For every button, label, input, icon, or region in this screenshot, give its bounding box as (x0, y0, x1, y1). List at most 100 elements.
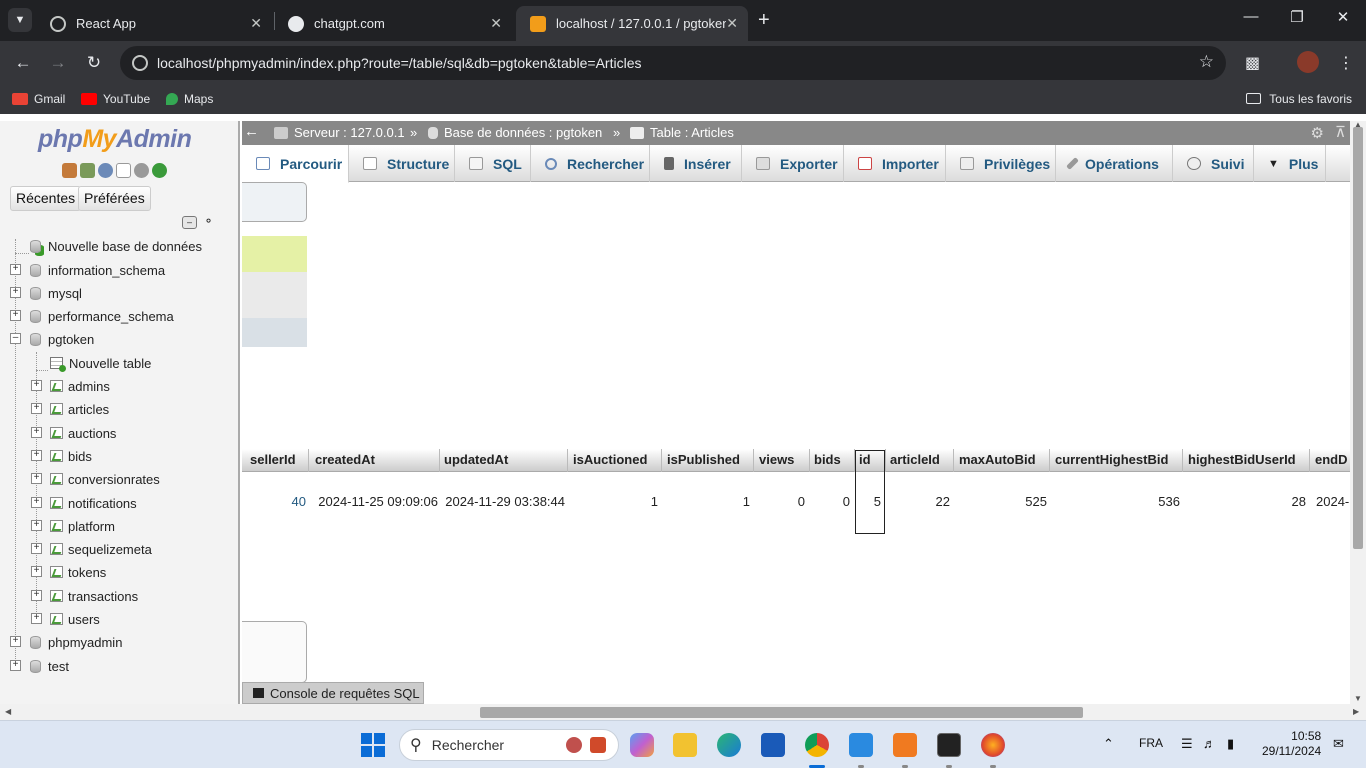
column-header[interactable]: isAuctioned (573, 452, 647, 467)
bookmark-star-icon[interactable]: ☆ (1199, 52, 1214, 72)
windows-start-icon[interactable] (361, 733, 385, 757)
cell-updatedat[interactable]: 2024-11-29 03:38:44 (442, 494, 565, 509)
tree-db-mysql[interactable]: + mysql (10, 283, 82, 303)
expand-icon[interactable]: + (10, 264, 21, 275)
expand-icon[interactable]: + (31, 543, 42, 554)
address-bar[interactable]: localhost/phpmyadmin/index.php?route=/ta… (120, 46, 1226, 80)
all-bookmarks[interactable]: Tous les favoris (1246, 92, 1352, 106)
collapse-top-icon[interactable]: ⊼ (1335, 123, 1346, 141)
expand-icon[interactable]: + (31, 450, 42, 461)
cell-currenthighestbid[interactable]: 536 (1054, 494, 1180, 509)
breadcrumb-server[interactable]: Serveur : 127.0.0.1 (274, 125, 405, 140)
vertical-scrollbar[interactable]: ▲ ▼ (1350, 120, 1366, 706)
new-tab-icon[interactable]: + (758, 9, 770, 32)
menu-kebab-icon[interactable]: ⋮ (1338, 53, 1354, 73)
scrollbar-thumb[interactable] (1353, 127, 1363, 549)
collapse-all-icon[interactable]: – (182, 216, 197, 229)
horizontal-scrollbar[interactable]: ◀ ▶ (0, 704, 1366, 720)
help-icon[interactable] (98, 163, 113, 178)
extensions-icon[interactable]: ▩ (1245, 53, 1260, 73)
tab-operations[interactable]: Opérations (1056, 145, 1173, 182)
tab-sql[interactable]: SQL (455, 145, 531, 182)
tree-table-admins[interactable]: + admins (31, 376, 110, 396)
restore-icon[interactable]: ❐ (1282, 8, 1312, 26)
reload-nav-icon[interactable] (152, 163, 167, 178)
column-header[interactable]: bids (814, 452, 841, 467)
tray-overflow-icon[interactable]: ⌃ (1103, 736, 1114, 752)
collapse-icon[interactable]: – (10, 333, 21, 344)
tree-db-performance-schema[interactable]: + performance_schema (10, 306, 174, 326)
tab-search-dropdown-icon[interactable]: ▼ (8, 8, 32, 32)
tree-db-information-schema[interactable]: + information_schema (10, 260, 165, 280)
column-header[interactable]: highestBidUserId (1188, 452, 1296, 467)
scroll-left-icon[interactable]: ◀ (5, 707, 11, 716)
tree-new-database[interactable]: Nouvelle base de données (30, 236, 202, 256)
favorite-tables-button[interactable]: Préférées (78, 186, 151, 211)
cell-isauctioned[interactable]: 1 (572, 494, 658, 509)
expand-icon[interactable]: + (10, 310, 21, 321)
scroll-down-icon[interactable]: ▼ (1354, 694, 1362, 703)
column-header[interactable]: createdAt (315, 452, 375, 467)
notifications-icon[interactable]: ✉ (1333, 736, 1344, 752)
xampp-icon[interactable] (893, 733, 917, 757)
ms-store-icon[interactable] (761, 733, 785, 757)
tree-table-tokens[interactable]: + tokens (31, 562, 106, 582)
collapse-left-icon[interactable]: ← (244, 123, 259, 140)
column-header[interactable]: endD (1315, 452, 1348, 467)
tree-table-platform[interactable]: + platform (31, 516, 115, 536)
link-with-main-icon[interactable]: ⚬ (201, 215, 216, 229)
column-header[interactable]: maxAutoBid (959, 452, 1036, 467)
cell-maxautobid[interactable]: 525 (958, 494, 1047, 509)
expand-icon[interactable]: + (31, 566, 42, 577)
close-tab-icon[interactable]: ✕ (250, 15, 262, 32)
minimize-icon[interactable]: — (1236, 8, 1266, 25)
close-tab-icon[interactable]: ✕ (490, 15, 502, 32)
vscode-icon[interactable] (849, 733, 873, 757)
site-info-icon[interactable] (132, 55, 148, 71)
tab-inserer[interactable]: Insérer (650, 145, 742, 182)
column-header[interactable]: views (759, 452, 794, 467)
expand-icon[interactable]: + (31, 613, 42, 624)
column-header[interactable]: currentHighestBid (1055, 452, 1168, 467)
cell-sellerid[interactable]: 40 (272, 494, 306, 509)
column-header[interactable]: sellerId (250, 452, 296, 467)
cell-articleid[interactable]: 22 (889, 494, 950, 509)
breadcrumb-database[interactable]: Base de données : pgtoken (428, 125, 602, 140)
cell-enddate[interactable]: 2024- (1316, 494, 1350, 509)
url-text[interactable]: localhost/phpmyadmin/index.php?route=/ta… (157, 55, 641, 71)
profile-avatar[interactable] (1297, 51, 1319, 73)
bookmark-youtube[interactable]: YouTube (81, 92, 150, 106)
expand-icon[interactable]: + (31, 497, 42, 508)
expand-icon[interactable]: + (31, 380, 42, 391)
column-header[interactable]: isPublished (667, 452, 740, 467)
sql-console-toggle[interactable]: Console de requêtes SQL (242, 682, 424, 704)
expand-icon[interactable]: + (31, 473, 42, 484)
firefox-icon[interactable] (981, 733, 1005, 757)
reload-icon[interactable]: ↻ (83, 53, 105, 73)
docs-icon[interactable] (116, 163, 131, 178)
expand-icon[interactable]: + (10, 287, 21, 298)
expand-icon[interactable]: + (31, 590, 42, 601)
tree-table-auctions[interactable]: + auctions (31, 423, 116, 443)
scrollbar-thumb[interactable] (480, 707, 1083, 718)
file-explorer-icon[interactable] (673, 733, 697, 757)
tree-table-sequelizemeta[interactable]: + sequelizemeta (31, 539, 152, 559)
expand-icon[interactable]: + (31, 403, 42, 414)
system-clock[interactable]: 10:58 29/11/2024 (1262, 729, 1321, 759)
phpmyadmin-logo[interactable]: phpMyAdmin (38, 125, 192, 154)
tree-db-phpmyadmin[interactable]: + phpmyadmin (10, 632, 122, 652)
tab-plus[interactable]: ▼ Plus (1254, 145, 1326, 182)
breadcrumb-table[interactable]: Table : Articles (630, 125, 734, 140)
copilot-icon[interactable] (630, 733, 654, 757)
input-language[interactable]: FRA (1139, 736, 1163, 750)
expand-icon[interactable]: + (10, 636, 21, 647)
tree-table-transactions[interactable]: + transactions (31, 586, 138, 606)
settings-gear-icon[interactable]: ⚙ (1311, 124, 1324, 142)
tree-db-pgtoken[interactable]: – pgtoken (10, 329, 94, 349)
tree-table-bids[interactable]: + bids (31, 446, 92, 466)
close-tab-icon[interactable]: ✕ (726, 15, 738, 32)
tab-privileges[interactable]: Privilèges (946, 145, 1056, 182)
tab-exporter[interactable]: Exporter (742, 145, 844, 182)
browser-tab-chatgpt[interactable]: chatgpt.com ✕ (274, 6, 512, 41)
edge-icon[interactable] (717, 733, 741, 757)
